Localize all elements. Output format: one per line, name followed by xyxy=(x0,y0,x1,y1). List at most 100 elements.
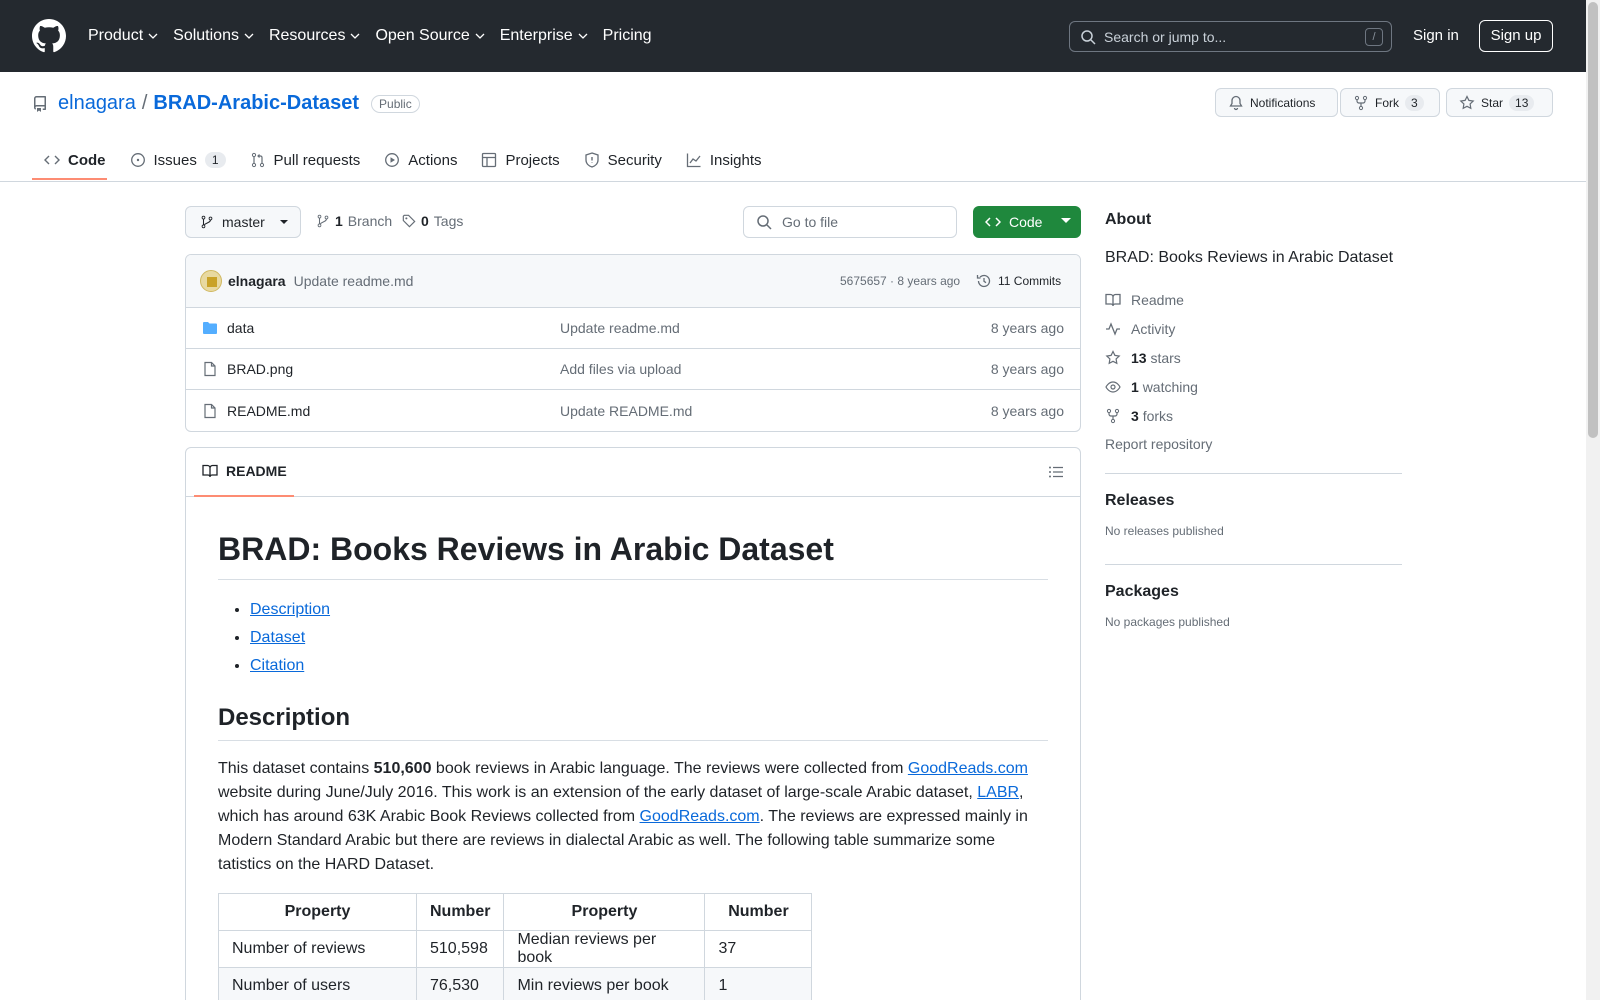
page-scrollbar[interactable] xyxy=(1586,0,1600,1000)
search-icon xyxy=(1081,29,1096,45)
play-circle-icon xyxy=(385,153,400,167)
graph-icon xyxy=(686,153,701,168)
nav-resources[interactable]: Resources xyxy=(269,24,361,48)
repo-tabs: Code Issues 1 Pull requests Actions Proj… xyxy=(32,144,774,181)
branch-name: master xyxy=(222,214,265,230)
star-button[interactable]: Star 13 xyxy=(1446,88,1553,117)
tag-label: Tags xyxy=(433,213,464,229)
file-commit-message[interactable]: Update readme.md xyxy=(560,320,680,336)
repo-owner-link[interactable]: elnagara xyxy=(58,92,136,115)
forks-link[interactable]: 3 forks xyxy=(1105,401,1402,430)
toc-link-dataset[interactable]: Dataset xyxy=(250,629,305,646)
tab-security[interactable]: Security xyxy=(572,144,674,176)
packages-title[interactable]: Packages xyxy=(1105,583,1402,601)
stars-link[interactable]: 13 stars xyxy=(1105,343,1402,372)
table-cell: 510,598 xyxy=(415,930,505,968)
readme-link[interactable]: Readme xyxy=(1105,285,1402,314)
nav-solutions[interactable]: Solutions xyxy=(173,24,255,48)
repo-name-link[interactable]: BRAD-Arabic-Dataset xyxy=(153,92,359,115)
file-name[interactable]: README.md xyxy=(227,403,310,419)
commit-message[interactable]: Update readme.md xyxy=(294,273,414,289)
issues-count: 1 xyxy=(204,152,226,168)
file-name[interactable]: data xyxy=(227,320,254,336)
search-placeholder: Search or jump to... xyxy=(1104,28,1227,45)
commits-link[interactable]: 11 Commits xyxy=(976,273,1061,289)
file-row[interactable]: data Update readme.md 8 years ago xyxy=(186,308,1080,349)
git-branch-icon xyxy=(201,215,213,229)
shield-icon xyxy=(585,152,599,168)
tab-actions[interactable]: Actions xyxy=(372,144,469,176)
book-icon xyxy=(1105,293,1121,306)
code-dropdown-button[interactable]: Code xyxy=(973,206,1081,238)
commit-author[interactable]: elnagara xyxy=(228,273,286,289)
nav-pricing[interactable]: Pricing xyxy=(603,24,652,48)
fork-count: 3 xyxy=(1405,94,1424,111)
table-cell: Number of users xyxy=(218,967,417,1000)
tab-code[interactable]: Code xyxy=(32,144,118,176)
table-row: Number of users 76,530 Min reviews per b… xyxy=(218,967,813,1000)
file-browser: elnagara Update readme.md 5675657 · 8 ye… xyxy=(185,254,1081,432)
goodreads-link[interactable]: GoodReads.com xyxy=(908,760,1028,777)
repo-icon xyxy=(33,95,46,112)
fork-button[interactable]: Fork 3 xyxy=(1340,88,1440,117)
branch-selector[interactable]: master xyxy=(185,206,301,238)
file-row[interactable]: README.md Update README.md 8 years ago xyxy=(186,390,1080,431)
sign-in-link[interactable]: Sign in xyxy=(1413,27,1459,44)
nav-open-source[interactable]: Open Source xyxy=(375,24,485,48)
tab-insights[interactable]: Insights xyxy=(674,144,774,176)
star-icon xyxy=(1459,94,1475,109)
nav-enterprise[interactable]: Enterprise xyxy=(500,24,589,48)
tag-count: 0 xyxy=(421,213,429,229)
readme-tab[interactable]: README xyxy=(202,463,287,479)
watchers-link[interactable]: 1 watching xyxy=(1105,372,1402,401)
fork-label: Fork xyxy=(1375,95,1399,110)
star-label: Star xyxy=(1481,95,1504,110)
list-unordered-icon[interactable] xyxy=(1048,464,1064,480)
releases-section: Releases No releases published xyxy=(1105,473,1402,538)
search-icon xyxy=(757,215,772,230)
tags-link[interactable]: 0 Tags xyxy=(402,213,463,229)
file-age: 8 years ago xyxy=(990,320,1064,336)
github-logo-icon[interactable] xyxy=(32,19,66,53)
file-name[interactable]: BRAD.png xyxy=(227,361,293,377)
file-commit-message[interactable]: Add files via upload xyxy=(560,361,681,377)
scrollbar-thumb[interactable] xyxy=(1588,2,1598,438)
eye-icon xyxy=(1105,380,1121,393)
table-icon xyxy=(482,152,497,168)
labr-link[interactable]: LABR xyxy=(977,784,1019,801)
readme-content: BRAD: Books Reviews in Arabic Dataset De… xyxy=(186,497,1080,1000)
chevron-down-icon xyxy=(148,33,158,39)
tab-pull-requests[interactable]: Pull requests xyxy=(238,144,373,176)
branches-link[interactable]: 1 Branch xyxy=(316,213,392,229)
releases-title[interactable]: Releases xyxy=(1105,492,1402,510)
tab-issues[interactable]: Issues 1 xyxy=(118,144,238,176)
global-search-input[interactable]: Search or jump to... / xyxy=(1069,21,1392,52)
report-repository-link[interactable]: Report repository xyxy=(1105,430,1402,459)
notifications-button[interactable]: Notifications xyxy=(1215,88,1338,117)
commit-sha-age[interactable]: 5675657 · 8 years ago xyxy=(840,274,960,288)
column-header: Property xyxy=(218,893,417,931)
nav-product[interactable]: Product xyxy=(88,24,159,48)
toc-link-description[interactable]: Description xyxy=(250,601,330,618)
goodreads-link[interactable]: GoodReads.com xyxy=(640,808,760,825)
go-to-file-placeholder: Go to file xyxy=(782,214,839,230)
go-to-file-input[interactable]: Go to file xyxy=(743,206,957,238)
statistics-table: Property Number Property Number Number o… xyxy=(218,893,813,1000)
chevron-down-icon xyxy=(475,33,485,39)
table-cell: 37 xyxy=(704,930,813,968)
readme-title: BRAD: Books Reviews in Arabic Dataset xyxy=(218,529,1048,580)
chevron-down-icon xyxy=(578,33,588,39)
avatar[interactable] xyxy=(200,270,222,292)
code-icon xyxy=(985,217,1001,227)
notifications-label: Notifications xyxy=(1250,95,1316,110)
file-commit-message[interactable]: Update README.md xyxy=(560,403,692,419)
file-row[interactable]: BRAD.png Add files via upload 8 years ag… xyxy=(186,349,1080,390)
tab-projects[interactable]: Projects xyxy=(469,144,571,176)
releases-empty-text: No releases published xyxy=(1105,524,1224,538)
fork-icon xyxy=(1106,408,1120,423)
file-icon xyxy=(204,403,216,418)
sign-up-button[interactable]: Sign up xyxy=(1479,20,1553,52)
toc-link-citation[interactable]: Citation xyxy=(250,657,304,674)
bell-icon xyxy=(1229,95,1243,110)
activity-link[interactable]: Activity xyxy=(1105,314,1402,343)
